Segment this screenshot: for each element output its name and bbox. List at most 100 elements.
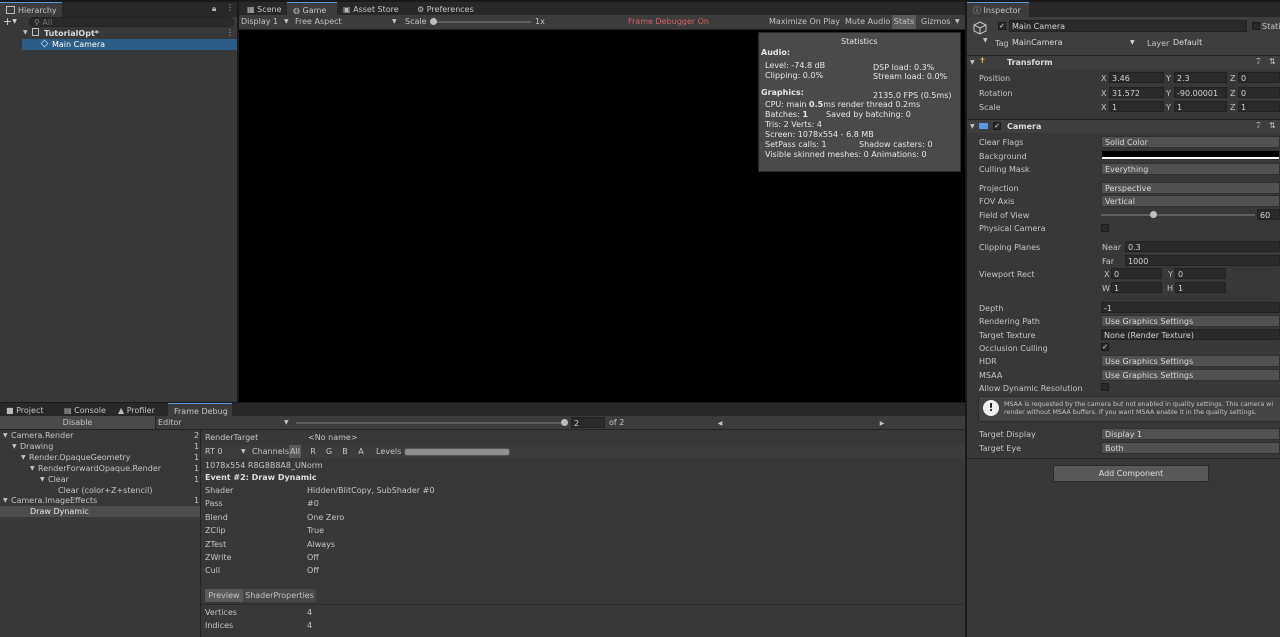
expand-arrow-icon[interactable]: ▼ bbox=[970, 123, 975, 130]
position-z-field[interactable]: 0 bbox=[1238, 72, 1280, 83]
expand-arrow-icon[interactable]: ▼ bbox=[23, 29, 28, 36]
object-active-checkbox[interactable]: ✓ bbox=[998, 22, 1006, 30]
expand-arrow-icon[interactable]: ▼ bbox=[12, 443, 17, 450]
dynamic-resolution-checkbox[interactable] bbox=[1101, 383, 1109, 391]
create-button[interactable]: +▼ bbox=[3, 16, 23, 28]
display-dropdown[interactable]: Display 1 ▼ bbox=[241, 15, 291, 29]
static-checkbox[interactable] bbox=[1252, 22, 1260, 30]
hdr-dropdown[interactable]: Use Graphics Settings bbox=[1101, 355, 1280, 367]
tree-item[interactable]: ▼ Render.OpaqueGeometry 1 bbox=[0, 453, 200, 464]
clear-flags-dropdown[interactable]: Solid Color bbox=[1101, 136, 1280, 148]
object-name-field[interactable]: Main Camera bbox=[1009, 20, 1247, 32]
fov-axis-dropdown[interactable]: Vertical bbox=[1101, 195, 1280, 207]
target-eye-dropdown[interactable]: Both bbox=[1101, 442, 1280, 454]
scale-slider-handle[interactable] bbox=[430, 18, 437, 25]
rendering-path-dropdown[interactable]: Use Graphics Settings bbox=[1101, 315, 1280, 327]
editor-dropdown[interactable]: Editor ▼ bbox=[158, 416, 292, 429]
viewport-w-field[interactable]: 1 bbox=[1111, 282, 1162, 293]
channel-r-button[interactable]: R bbox=[307, 445, 319, 458]
chevron-down-icon[interactable]: ▼ bbox=[983, 37, 988, 44]
tab-console-label: Console bbox=[74, 406, 106, 415]
expand-arrow-icon[interactable]: ▼ bbox=[21, 454, 26, 461]
expand-arrow-icon[interactable]: ▼ bbox=[30, 465, 35, 472]
tree-item-selected[interactable]: Draw Dynamic bbox=[0, 506, 200, 517]
camera-header[interactable]: ▼ ✓ Camera ❔︎ ⇅ bbox=[967, 119, 1280, 133]
scale-y-field[interactable]: 1 bbox=[1174, 101, 1227, 112]
culling-mask-dropdown[interactable]: Everything bbox=[1101, 163, 1280, 175]
tree-item[interactable]: ▼ RenderForwardOpaque.Render 1 bbox=[0, 464, 200, 475]
tab-inspector[interactable]: ⓘ Inspector bbox=[967, 2, 1029, 18]
occlusion-culling-checkbox[interactable]: ✓ bbox=[1101, 343, 1109, 351]
rotation-y-field[interactable]: -90.00001 bbox=[1174, 87, 1227, 98]
target-texture-field[interactable]: None (Render Texture) bbox=[1101, 329, 1280, 340]
scale-slider-track[interactable] bbox=[431, 21, 531, 23]
expand-arrow-icon[interactable]: ▼ bbox=[970, 59, 975, 66]
setpass-calls: SetPass calls: 1 bbox=[765, 140, 827, 149]
physical-camera-checkbox[interactable] bbox=[1101, 224, 1109, 232]
scale-z-field[interactable]: 1 bbox=[1238, 101, 1280, 112]
far-field[interactable]: 1000 bbox=[1125, 255, 1280, 266]
disable-button[interactable]: Disable bbox=[0, 416, 156, 429]
event-slider-handle[interactable] bbox=[561, 419, 568, 426]
channel-g-button[interactable]: G bbox=[323, 445, 335, 458]
expand-arrow-icon[interactable]: ▼ bbox=[40, 476, 45, 483]
maximize-on-play-button[interactable]: Maximize On Play bbox=[767, 15, 841, 29]
channel-a-button[interactable]: A bbox=[355, 445, 367, 458]
next-event-button[interactable]: ▶ bbox=[802, 416, 962, 429]
near-label: Near bbox=[1102, 243, 1122, 252]
layer-dropdown[interactable]: Default bbox=[1173, 37, 1280, 48]
kebab-menu-icon[interactable]: ⋮ bbox=[226, 3, 234, 12]
lock-icon[interactable]: 🔒︎ bbox=[212, 4, 216, 14]
expand-arrow-icon[interactable]: ▼ bbox=[3, 497, 8, 504]
hierarchy-main-camera-row[interactable]: Main Camera bbox=[22, 39, 237, 50]
projection-dropdown[interactable]: Perspective bbox=[1101, 182, 1280, 194]
settings-sliders-icon[interactable]: ⇅ bbox=[1269, 121, 1276, 130]
transform-header[interactable]: ▼ ✝ Transform ❔︎ ⇅ bbox=[967, 55, 1280, 69]
viewport-h-field[interactable]: 1 bbox=[1175, 282, 1226, 293]
fov-value-field[interactable]: 60 bbox=[1257, 209, 1280, 220]
prop-key: Blend bbox=[205, 513, 228, 522]
shader-properties-tab[interactable]: ShaderProperties bbox=[243, 589, 316, 602]
rotation-x-field[interactable]: 31.572 bbox=[1109, 87, 1164, 98]
help-icon[interactable]: ❔︎ bbox=[1256, 57, 1261, 67]
target-display-dropdown[interactable]: Display 1 bbox=[1101, 428, 1280, 440]
settings-sliders-icon[interactable]: ⇅ bbox=[1269, 57, 1276, 66]
rotation-z-field[interactable]: 0 bbox=[1238, 87, 1280, 98]
camera-enabled-checkbox[interactable]: ✓ bbox=[993, 122, 1001, 130]
mute-audio-button[interactable]: Mute Audio bbox=[843, 15, 891, 29]
tag-dropdown[interactable]: MainCamera ▼ bbox=[1012, 37, 1138, 48]
tree-item[interactable]: ▼ Camera.Render 2 bbox=[0, 431, 200, 442]
hierarchy-search-input[interactable]: ⚲ All bbox=[29, 17, 234, 27]
previous-event-button[interactable]: ◀ bbox=[640, 416, 800, 429]
position-x-field[interactable]: 3.46 bbox=[1109, 72, 1164, 83]
tree-item[interactable]: ▼ Drawing 1 bbox=[0, 442, 200, 453]
help-icon[interactable]: ❔︎ bbox=[1256, 121, 1261, 131]
scale-x-field[interactable]: 1 bbox=[1109, 101, 1164, 112]
position-y-field[interactable]: 2.3 bbox=[1174, 72, 1227, 83]
event-index-field[interactable]: 2 bbox=[571, 417, 605, 428]
depth-field[interactable]: -1 bbox=[1101, 302, 1280, 313]
viewport-x-field[interactable]: 0 bbox=[1111, 268, 1162, 279]
preview-tab[interactable]: Preview bbox=[205, 589, 243, 602]
tree-item[interactable]: ▼ Clear 1 bbox=[0, 475, 200, 486]
background-color-swatch[interactable] bbox=[1101, 150, 1280, 160]
prop-key: ZWrite bbox=[205, 553, 232, 562]
msaa-dropdown[interactable]: Use Graphics Settings bbox=[1101, 369, 1280, 381]
near-field[interactable]: 0.3 bbox=[1125, 241, 1280, 252]
aspect-dropdown[interactable]: Free Aspect ▼ bbox=[295, 15, 400, 29]
fov-slider-track[interactable] bbox=[1101, 214, 1255, 216]
gizmos-dropdown[interactable]: Gizmos ▼ bbox=[919, 15, 965, 29]
batches-value: 1 bbox=[802, 110, 808, 119]
rt-dropdown[interactable]: RT 0 ▼ bbox=[205, 445, 246, 458]
viewport-y-field[interactable]: 0 bbox=[1175, 268, 1226, 279]
expand-arrow-icon[interactable]: ▼ bbox=[3, 432, 8, 439]
scene-kebab-icon[interactable]: ⋮ bbox=[226, 28, 234, 37]
levels-range-slider[interactable] bbox=[404, 448, 510, 456]
channel-all-button[interactable]: All bbox=[289, 445, 301, 458]
channel-b-button[interactable]: B bbox=[339, 445, 351, 458]
fov-slider-handle[interactable] bbox=[1149, 211, 1157, 218]
stats-button[interactable]: Stats bbox=[892, 15, 916, 29]
event-slider-track[interactable] bbox=[296, 422, 568, 424]
add-component-button[interactable]: Add Component bbox=[1053, 465, 1209, 482]
hierarchy-scene-row[interactable]: ▼ TutorialOpt* ⋮ bbox=[0, 28, 237, 39]
